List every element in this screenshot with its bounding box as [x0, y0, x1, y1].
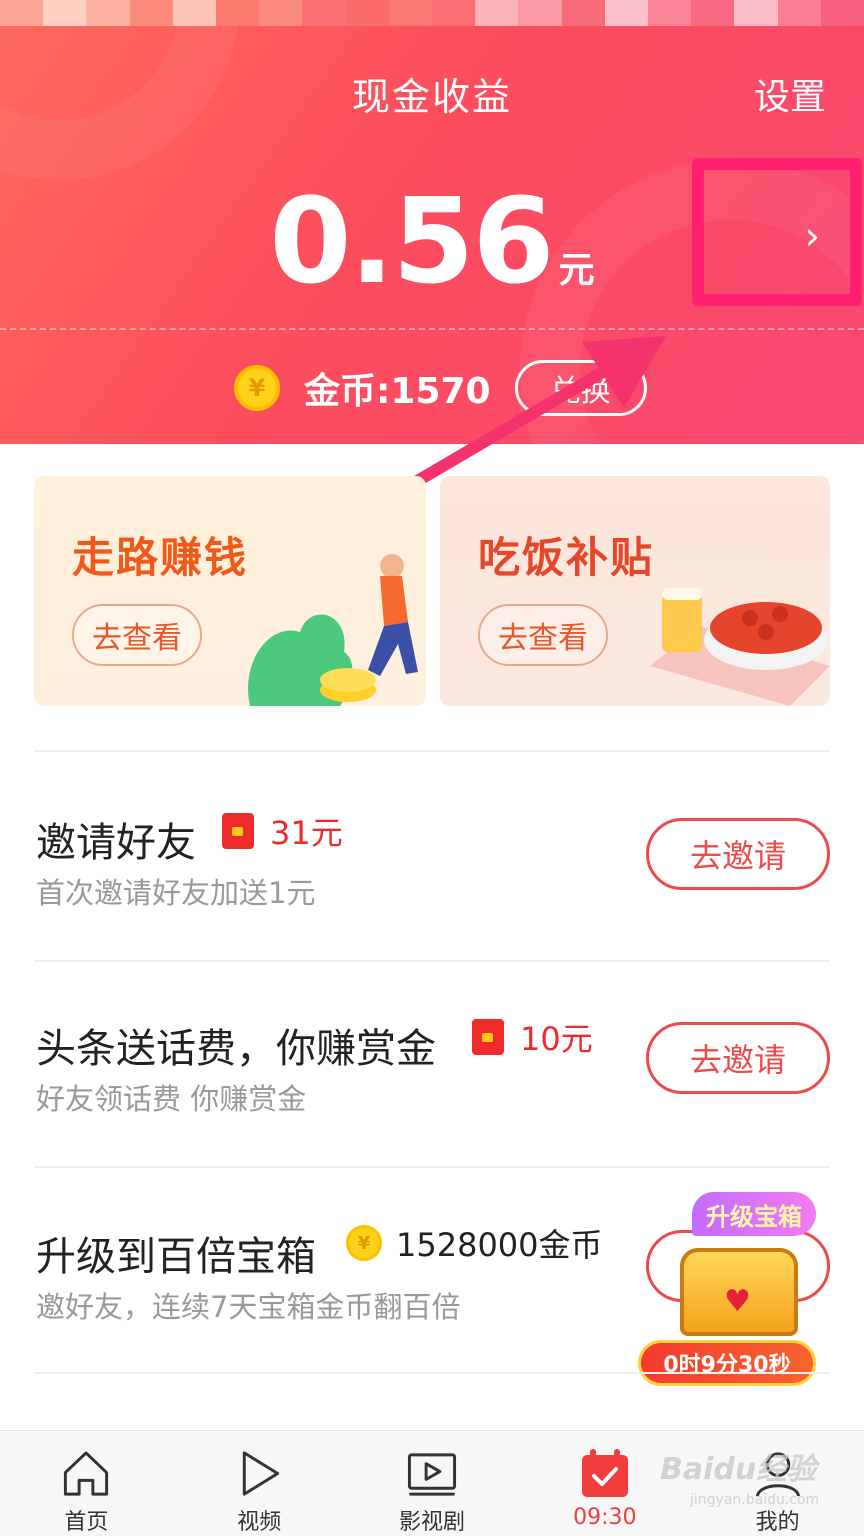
cash-amount: 0.56 — [269, 172, 554, 310]
card-title: 走路赚钱 — [72, 533, 249, 582]
baidu-watermark: Baidu经验 — [660, 1452, 817, 1487]
gold-coin-icon: ¥ — [346, 1225, 382, 1261]
meal-subsidy-card[interactable]: 吃饭补贴 去查看 — [440, 476, 830, 706]
task-reward: ¥ 1528000金币 — [346, 1220, 603, 1266]
runner-illustration-icon — [248, 554, 418, 706]
treasure-chest-button[interactable]: 升级宝箱 ♥ 0时9分30秒 — [636, 1190, 836, 1390]
tv-icon — [407, 1453, 457, 1496]
home-icon — [64, 1451, 109, 1496]
task-row-phone-credit: 头条送话费，你赚赏金 10元 好友领话费 你赚赏金 去邀请 — [0, 962, 864, 1168]
cash-unit: 元 — [558, 250, 595, 291]
baidu-watermark-url: jingyan.baidu.com — [690, 1492, 820, 1508]
invite-button[interactable]: 去邀请 — [646, 818, 830, 890]
walk-earn-card[interactable]: 走路赚钱 去查看 — [34, 476, 426, 706]
page-title: 现金收益 — [351, 75, 512, 119]
tab-label: 视频 — [237, 1510, 282, 1535]
gold-coin-icon: ¥ — [234, 365, 280, 411]
balance-detail-button[interactable]: › — [692, 158, 862, 306]
invite-button[interactable]: 去邀请 — [646, 1022, 830, 1094]
task-title: 头条送话费，你赚赏金 — [36, 1026, 436, 1072]
settings-button[interactable]: 设置 — [754, 68, 826, 120]
reward-amount: 10元 — [520, 1020, 593, 1058]
tab-video[interactable]: 视频 — [173, 1431, 346, 1536]
heart-icon: ♥ — [724, 1284, 751, 1319]
red-envelope-icon — [222, 813, 254, 849]
task-title: 邀请好友 — [36, 820, 196, 866]
task-subtitle: 邀好友，连续7天宝箱金币翻百倍 — [36, 1290, 461, 1324]
task-reward: 10元 — [472, 1014, 593, 1060]
status-bar-mosaic — [0, 0, 864, 26]
reward-amount: 1528000金币 — [396, 1226, 603, 1264]
tab-tv-series[interactable]: 影视剧 — [346, 1431, 519, 1536]
tab-label: 首页 — [64, 1510, 109, 1535]
card-title: 吃饭补贴 — [478, 533, 655, 582]
task-subtitle: 好友领话费 你赚赏金 — [36, 1082, 307, 1116]
reward-amount: 31元 — [270, 814, 343, 852]
tab-label: 影视剧 — [398, 1510, 465, 1535]
countdown-timer: 0时9分30秒 — [638, 1340, 816, 1386]
task-reward: 31元 — [222, 808, 343, 854]
task-subtitle: 首次邀请好友加送1元 — [36, 876, 316, 910]
play-icon — [242, 1451, 280, 1496]
list-divider — [34, 1372, 830, 1374]
red-envelope-icon — [472, 1019, 504, 1055]
calendar-check-icon — [581, 1449, 628, 1497]
task-title: 升级到百倍宝箱 — [36, 1234, 316, 1280]
upgrade-tag: 升级宝箱 — [692, 1192, 816, 1236]
task-row-invite: 邀请好友 31元 首次邀请好友加送1元 去邀请 — [0, 752, 864, 958]
treasure-chest-icon: ♥ — [680, 1248, 798, 1336]
crayfish-dish-icon — [650, 588, 830, 706]
tab-label: 我的 — [755, 1510, 800, 1535]
tab-label: 09:30 — [573, 1505, 637, 1530]
chevron-right-icon: › — [804, 214, 820, 258]
card-view-button[interactable]: 去查看 — [478, 604, 608, 666]
card-view-button[interactable]: 去查看 — [72, 604, 202, 666]
tab-home[interactable]: 首页 — [0, 1431, 173, 1536]
